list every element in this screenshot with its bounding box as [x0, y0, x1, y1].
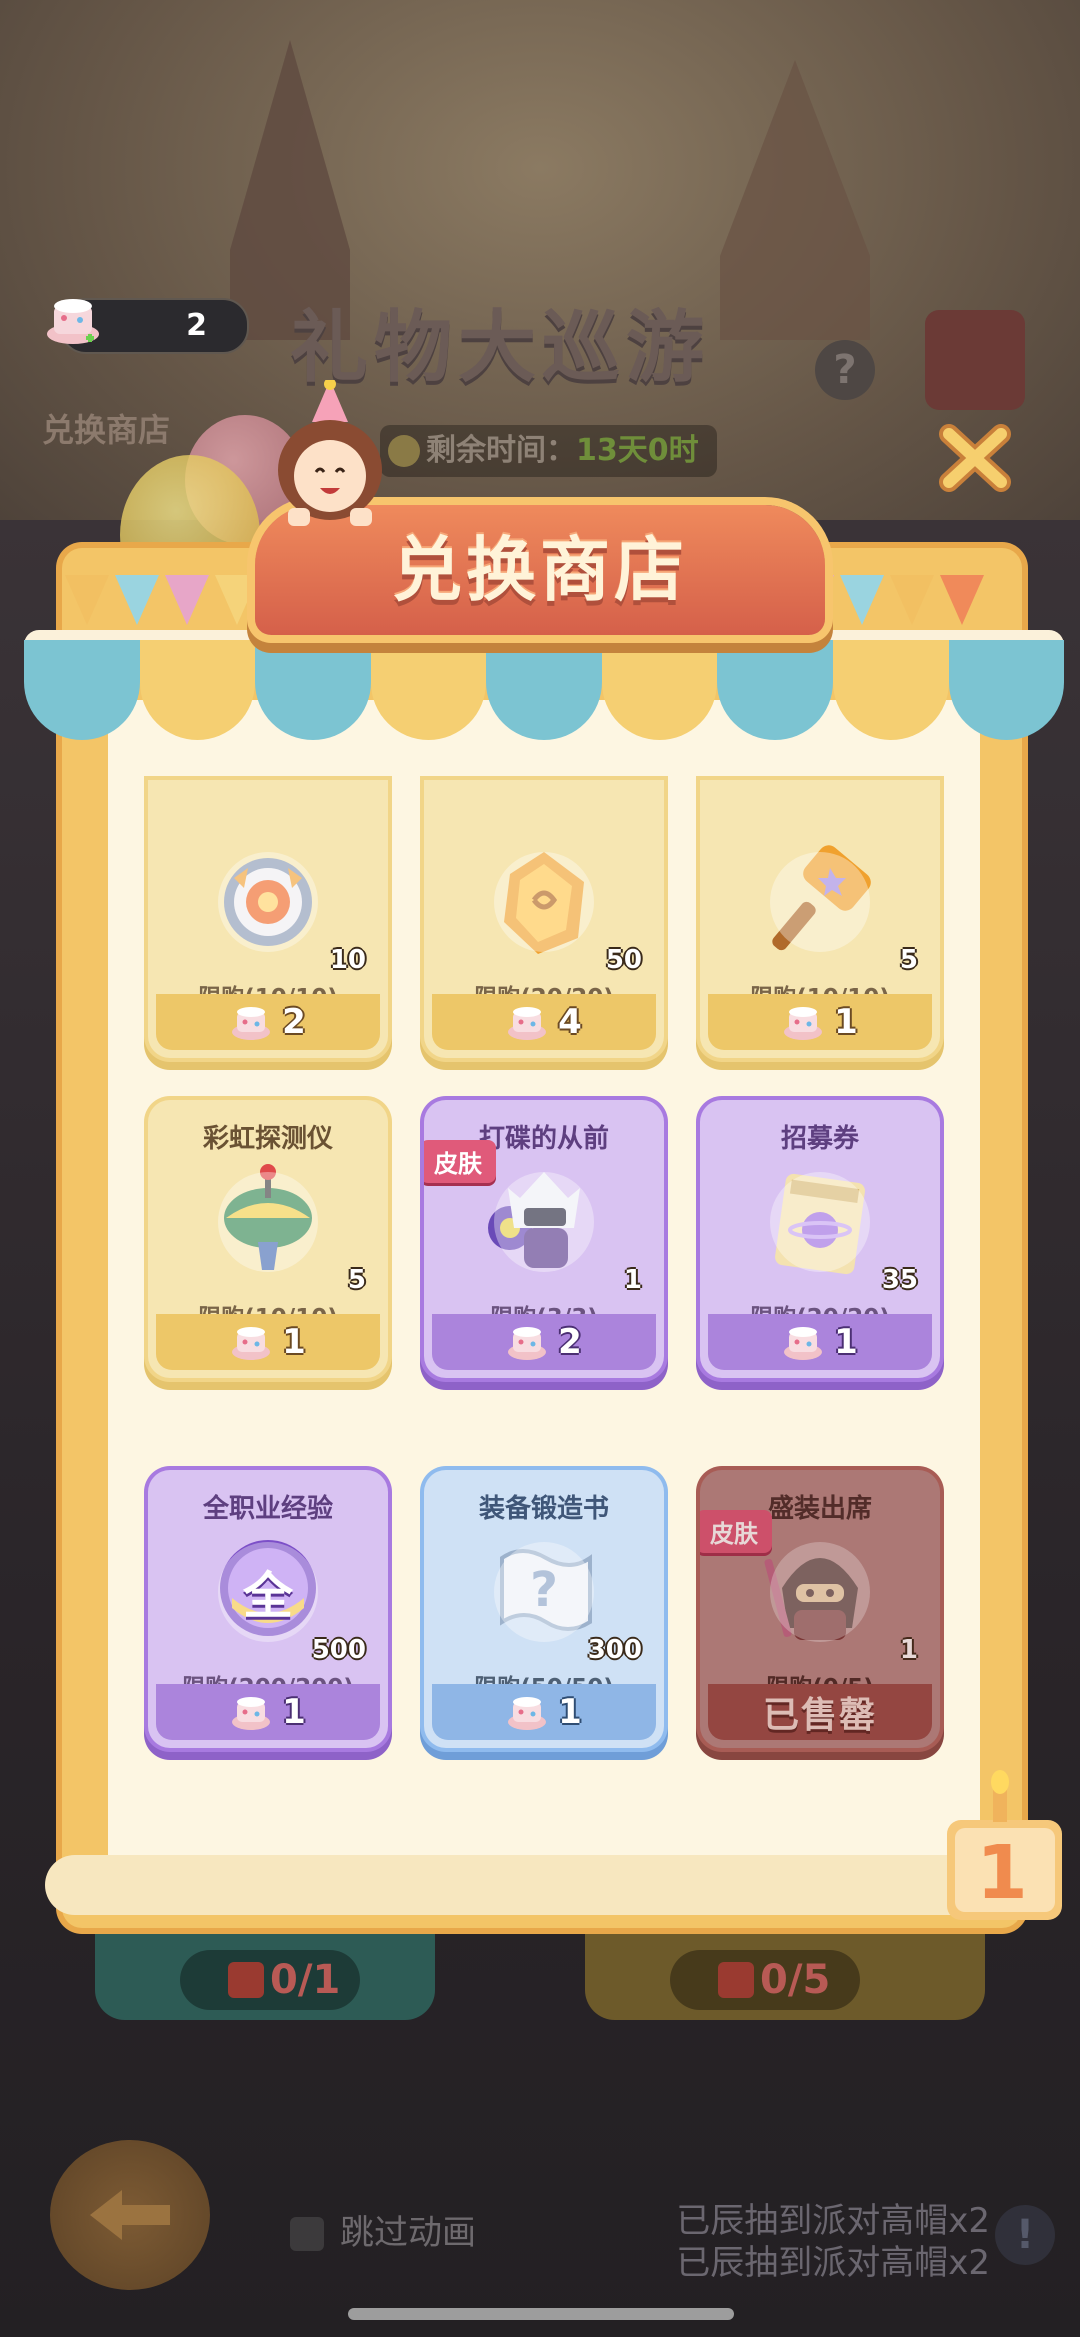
price-value: 2: [282, 1002, 306, 1042]
back-button[interactable]: [50, 2140, 210, 2290]
price-button[interactable]: 2: [156, 994, 380, 1050]
skin-tag: 皮肤: [700, 1510, 772, 1553]
ticker-line: 已辰抽到派对高帽x2: [676, 2201, 990, 2241]
party-hat-cake-icon: [508, 1697, 547, 1730]
shop-item-card[interactable]: 全职业经验 全 500 限购(200/200) 1: [148, 1470, 388, 1748]
shop-item-card[interactable]: 招募券 35 限购(20/20) 1: [700, 1100, 940, 1378]
close-icon[interactable]: [935, 418, 1015, 498]
party-hat-cake-icon: [508, 1327, 547, 1360]
item-quantity: 500: [311, 1635, 366, 1665]
party-hat-cake-icon: [47, 299, 99, 344]
gift-box-icon[interactable]: [925, 310, 1025, 410]
item-quantity: 300: [587, 1635, 642, 1665]
price-button[interactable]: 4: [432, 994, 656, 1050]
price-button[interactable]: 1: [156, 1684, 380, 1740]
gift-box-icon: [718, 1962, 754, 1998]
shop-awning: [24, 640, 1065, 740]
gear-badge-icon: [204, 838, 332, 966]
price-value: 1: [558, 1692, 582, 1732]
checkbox[interactable]: [290, 2217, 324, 2251]
shop-item-card[interactable]: 5 限购(10/10) 1: [700, 780, 940, 1058]
party-hat-cake-icon: [784, 1007, 823, 1040]
counter-text: 0/5: [760, 1957, 831, 2003]
timer-value: 13天0时: [576, 433, 699, 468]
cake-level-badge: 1: [947, 1770, 1062, 1920]
ticker-line: 已辰抽到派对高帽x2: [676, 2243, 990, 2283]
clock-icon: [388, 435, 420, 467]
purchase-limit: 限购(0/5): [766, 1675, 874, 1701]
spinning-top-icon: [204, 1158, 332, 1286]
bunting-decoration: [790, 575, 1030, 625]
gift-box-icon: [228, 1962, 264, 1998]
modal-bottom-trim: [45, 1855, 1045, 1915]
party-hat-cake-icon: [508, 1007, 547, 1040]
timer-label: 剩余时间：: [426, 433, 576, 468]
item-quantity: 1: [623, 1265, 642, 1295]
recruit-ticket-icon: [756, 1158, 884, 1286]
event-timer: 剩余时间：13天0时: [380, 425, 717, 477]
item-quantity: 10: [329, 945, 366, 975]
shop-item-card[interactable]: 打碟的从前 皮肤 1 限购(3/3) 2: [424, 1100, 664, 1378]
sold-out-label: 已售罄: [762, 1695, 877, 1736]
info-button[interactable]: !: [995, 2205, 1055, 2265]
dj-hero-icon: [480, 1158, 608, 1286]
item-name: 招募券: [780, 1124, 859, 1154]
item-quantity: 5: [347, 1265, 366, 1295]
currency-count: 2: [186, 308, 207, 343]
home-indicator: [348, 2308, 734, 2320]
item-quantity: 35: [881, 1265, 918, 1295]
price-value: 1: [834, 1002, 858, 1042]
help-button[interactable]: ?: [815, 340, 875, 400]
item-name: 装备锻造书: [478, 1494, 609, 1524]
party-hat-cake-icon: [232, 1327, 271, 1360]
ticker: 已辰抽到派对高帽x2 已辰抽到派对高帽x2: [670, 2200, 990, 2284]
price-button[interactable]: 1: [156, 1314, 380, 1370]
price-button[interactable]: 1: [708, 1314, 932, 1370]
orb-text: 全: [243, 1567, 293, 1625]
price-value: 1: [282, 1322, 306, 1362]
skip-animation-label: 跳过动画: [340, 2213, 476, 2253]
sold-out-bar: 已售罄: [708, 1684, 932, 1740]
item-quantity: 50: [605, 945, 642, 975]
hammer-icon: [756, 838, 884, 966]
shop-item-card[interactable]: 10 限购(10/10) 2: [148, 780, 388, 1058]
shop-item-card[interactable]: 50 限购(20/20) 4: [424, 780, 664, 1058]
background-counter: 0/1: [180, 1950, 360, 2010]
party-hat-cake-icon: [232, 1697, 271, 1730]
item-quantity: 5: [899, 945, 918, 975]
shop-item-card-sold-out[interactable]: 盛装出席 皮肤 1 限购(0/5) 已售罄: [700, 1470, 940, 1748]
price-value: 1: [282, 1692, 306, 1732]
price-button[interactable]: 1: [432, 1684, 656, 1740]
shop-item-card[interactable]: 装备锻造书 ? 300 限购(50/50) 1: [424, 1470, 664, 1748]
item-quantity: 1: [899, 1635, 918, 1665]
badge-number: 1: [976, 1830, 1028, 1916]
skip-animation-toggle[interactable]: 跳过动画: [290, 2208, 476, 2258]
shop-item-card[interactable]: 彩虹探测仪 5 限购(10/10) 1: [148, 1100, 388, 1378]
price-value: 1: [834, 1322, 858, 1362]
party-hat-cake-icon: [232, 1007, 271, 1040]
price-value: 2: [558, 1322, 582, 1362]
price-button[interactable]: 1: [708, 994, 932, 1050]
amber-crystal-icon: [480, 838, 608, 966]
price-button[interactable]: 2: [432, 1314, 656, 1370]
background-counter: 0/5: [670, 1950, 860, 2010]
item-name: 盛装出席: [767, 1494, 872, 1524]
item-name: 彩虹探测仪: [202, 1124, 333, 1154]
counter-text: 0/1: [270, 1957, 341, 2003]
skin-tag: 皮肤: [424, 1140, 496, 1183]
masked-hero-icon: [756, 1528, 884, 1656]
price-value: 4: [558, 1002, 582, 1042]
party-hat-cake-icon: [784, 1327, 823, 1360]
party-girl-mascot-icon: [278, 380, 382, 526]
item-name: 全职业经验: [202, 1494, 333, 1524]
shop-label[interactable]: 兑换商店: [42, 405, 170, 451]
